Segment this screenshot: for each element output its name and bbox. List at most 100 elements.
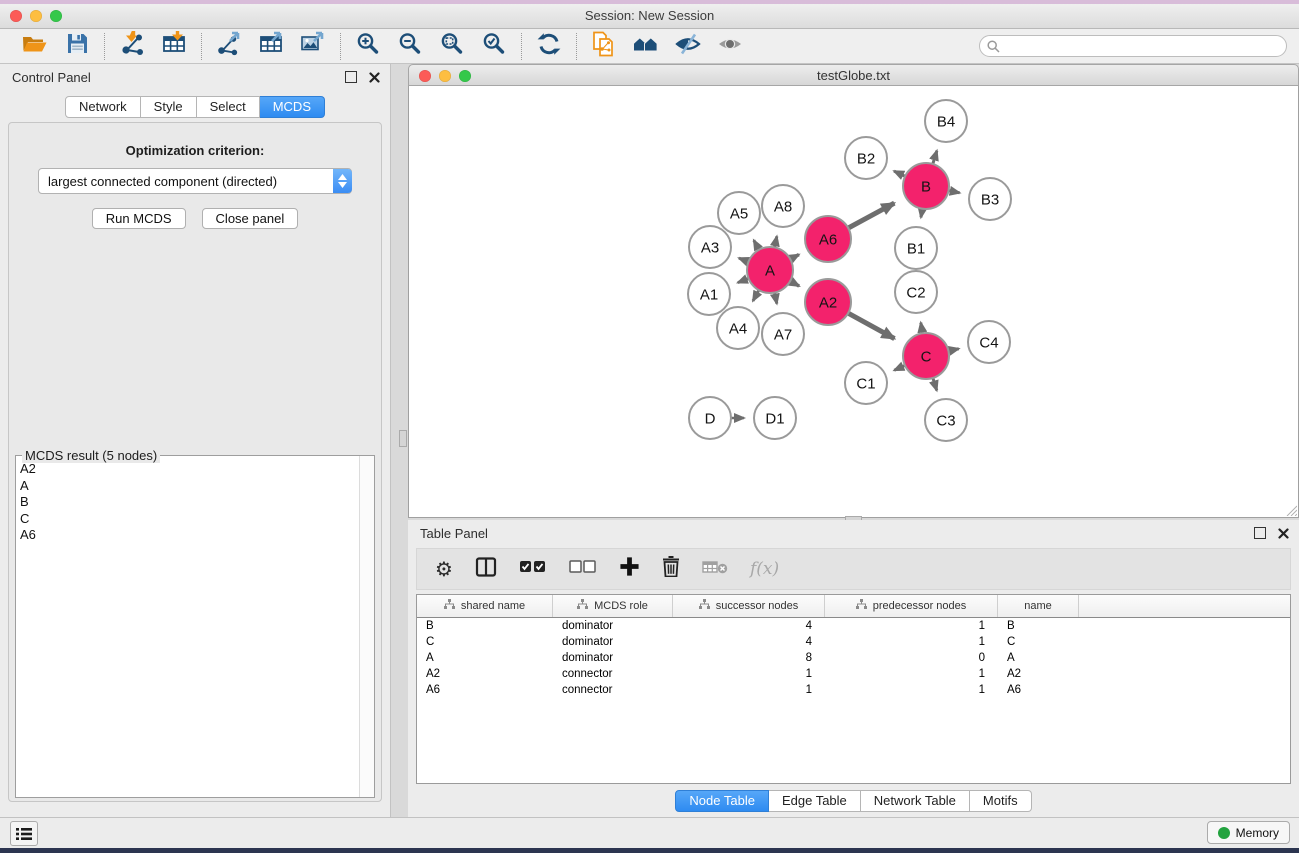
search-input[interactable] — [1005, 38, 1279, 54]
zoom-network-button[interactable] — [459, 70, 471, 82]
node-C4[interactable]: C4 — [968, 321, 1010, 363]
cell-MCDS-role[interactable]: dominator — [553, 652, 673, 664]
node-A1[interactable]: A1 — [688, 273, 730, 315]
criterion-select[interactable]: largest connected component (directed) — [38, 168, 352, 194]
home-button[interactable] — [631, 32, 661, 60]
open-file-button[interactable] — [20, 32, 50, 60]
function-builder-button[interactable]: f(x) — [750, 559, 779, 579]
tab-network[interactable]: Network — [65, 96, 141, 118]
cell-predecessor-nodes[interactable]: 1 — [825, 636, 998, 648]
mcds-result-item[interactable]: B — [20, 494, 359, 511]
select-all-checks-button[interactable] — [519, 558, 547, 580]
node-C[interactable]: C — [903, 333, 949, 379]
column-header-name[interactable]: name — [998, 595, 1079, 617]
node-D[interactable]: D — [689, 397, 731, 439]
edge-A2-C[interactable] — [846, 312, 894, 338]
run-mcds-button[interactable]: Run MCDS — [92, 208, 186, 229]
task-history-button[interactable] — [10, 821, 38, 846]
network-graph[interactable]: B4B2BB3B1A5A8A6A3AA1C2A2A4A7CC4C1C3DD1 — [409, 86, 1298, 517]
float-table-panel-icon[interactable] — [1254, 527, 1266, 539]
cell-predecessor-nodes[interactable]: 0 — [825, 652, 998, 664]
node-D1[interactable]: D1 — [754, 397, 796, 439]
minimize-window-button[interactable] — [30, 10, 42, 22]
duplicate-network-button[interactable] — [589, 32, 619, 60]
cell-successor-nodes[interactable]: 4 — [673, 636, 825, 648]
cell-successor-nodes[interactable]: 8 — [673, 652, 825, 664]
node-A6[interactable]: A6 — [805, 216, 851, 262]
resize-grip[interactable] — [1284, 503, 1297, 516]
tab-node-table[interactable]: Node Table — [675, 790, 769, 812]
node-B[interactable]: B — [903, 163, 949, 209]
export-network-button[interactable] — [214, 32, 244, 60]
cell-name[interactable]: A2 — [998, 668, 1079, 680]
table-row[interactable]: A6connector11A6 — [417, 682, 1290, 698]
table-row[interactable]: A2connector11A2 — [417, 666, 1290, 682]
vertical-scroll-thumb[interactable] — [399, 430, 407, 447]
tab-network-table[interactable]: Network Table — [861, 790, 970, 812]
column-header-predecessor-nodes[interactable]: predecessor nodes — [825, 595, 998, 617]
cell-name[interactable]: C — [998, 636, 1079, 648]
close-network-button[interactable] — [419, 70, 431, 82]
network-canvas[interactable]: B4B2BB3B1A5A8A6A3AA1C2A2A4A7CC4C1C3DD1 — [408, 86, 1299, 518]
cell-MCDS-role[interactable]: dominator — [553, 620, 673, 632]
search-field[interactable] — [979, 35, 1287, 57]
mcds-result-item[interactable]: A — [20, 478, 359, 495]
delete-row-button[interactable] — [662, 556, 680, 582]
node-B2[interactable]: B2 — [845, 137, 887, 179]
node-A7[interactable]: A7 — [762, 313, 804, 355]
close-window-button[interactable] — [10, 10, 22, 22]
cell-name[interactable]: A — [998, 652, 1079, 664]
node-A4[interactable]: A4 — [717, 307, 759, 349]
refresh-button[interactable] — [534, 32, 564, 60]
node-C1[interactable]: C1 — [845, 362, 887, 404]
table-row[interactable]: Cdominator41C — [417, 634, 1290, 650]
cell-predecessor-nodes[interactable]: 1 — [825, 684, 998, 696]
table-row[interactable]: Bdominator41B — [417, 618, 1290, 634]
delete-table-button[interactable] — [702, 559, 728, 580]
node-B3[interactable]: B3 — [969, 178, 1011, 220]
mcds-result-item[interactable]: A6 — [20, 527, 359, 544]
tab-select[interactable]: Select — [197, 96, 260, 118]
show-details-button[interactable] — [715, 32, 745, 60]
cell-shared-name[interactable]: A — [417, 652, 553, 664]
mcds-result-item[interactable]: A2 — [20, 461, 359, 478]
cell-predecessor-nodes[interactable]: 1 — [825, 668, 998, 680]
import-network-button[interactable] — [117, 32, 147, 60]
column-header-shared-name[interactable]: shared name — [417, 595, 553, 617]
cell-name[interactable]: B — [998, 620, 1079, 632]
network-window-titlebar[interactable]: testGlobe.txt — [408, 64, 1299, 86]
cell-shared-name[interactable]: C — [417, 636, 553, 648]
cell-MCDS-role[interactable]: connector — [553, 684, 673, 696]
mcds-result-list[interactable]: A2ABCA6 — [16, 458, 359, 797]
zoom-in-button[interactable] — [353, 32, 383, 60]
close-panel-icon[interactable] — [369, 72, 380, 83]
cell-shared-name[interactable]: A6 — [417, 684, 553, 696]
cell-name[interactable]: A6 — [998, 684, 1079, 696]
cell-successor-nodes[interactable]: 1 — [673, 668, 825, 680]
float-panel-icon[interactable] — [345, 71, 357, 83]
export-image-button[interactable] — [298, 32, 328, 60]
tab-style[interactable]: Style — [141, 96, 197, 118]
mcds-result-item[interactable]: C — [20, 511, 359, 528]
column-header-MCDS-role[interactable]: MCDS role — [553, 595, 673, 617]
zoom-fit-button[interactable] — [437, 32, 467, 60]
table-row[interactable]: Adominator80A — [417, 650, 1290, 666]
tab-edge-table[interactable]: Edge Table — [769, 790, 861, 812]
zoom-window-button[interactable] — [50, 10, 62, 22]
tab-motifs[interactable]: Motifs — [970, 790, 1032, 812]
show-columns-button[interactable] — [475, 557, 497, 582]
close-table-panel-icon[interactable] — [1278, 528, 1289, 539]
node-table[interactable]: shared nameMCDS rolesuccessor nodesprede… — [416, 594, 1291, 784]
edge-A6-B[interactable] — [846, 203, 894, 229]
clear-all-checks-button[interactable] — [569, 558, 597, 580]
cell-shared-name[interactable]: A2 — [417, 668, 553, 680]
node-A5[interactable]: A5 — [718, 192, 760, 234]
zoom-selected-button[interactable] — [479, 32, 509, 60]
result-scrollbar[interactable] — [359, 456, 374, 797]
zoom-out-button[interactable] — [395, 32, 425, 60]
node-B4[interactable]: B4 — [925, 100, 967, 142]
export-table-button[interactable] — [256, 32, 286, 60]
node-A3[interactable]: A3 — [689, 226, 731, 268]
save-session-button[interactable] — [62, 32, 92, 60]
node-B1[interactable]: B1 — [895, 227, 937, 269]
